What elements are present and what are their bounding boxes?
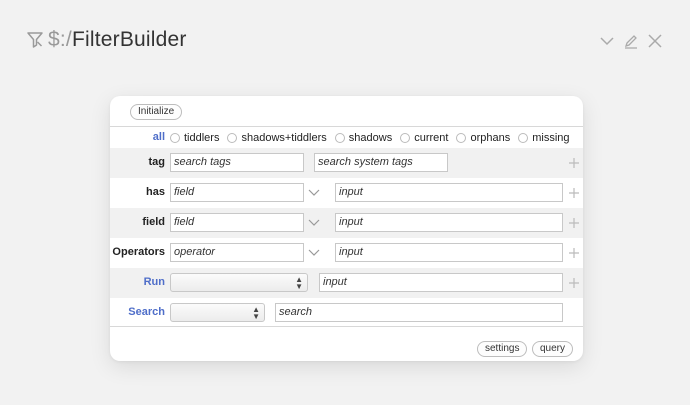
- title-controls: [598, 32, 664, 50]
- has-value-input[interactable]: input: [335, 183, 563, 202]
- radio-label: orphans: [470, 132, 511, 144]
- title-prefix: $:/: [48, 28, 72, 51]
- radio-circle[interactable]: [518, 133, 529, 143]
- all-label[interactable]: all: [153, 131, 165, 143]
- search-row: Search ▲ ▼ search: [110, 298, 583, 328]
- field-value-input[interactable]: input: [335, 213, 563, 232]
- run-input[interactable]: input: [319, 273, 563, 292]
- divider-bottom: [110, 326, 583, 327]
- has-row: has field input: [110, 178, 583, 208]
- radio-circle[interactable]: [227, 133, 238, 143]
- source-radio-group: tiddlers shadows+tiddlers shadows curren…: [170, 128, 570, 148]
- radio-circle[interactable]: [456, 133, 467, 143]
- search-select[interactable]: ▲ ▼: [170, 303, 265, 322]
- radio-circle[interactable]: [334, 133, 345, 143]
- pencil-icon[interactable]: [622, 32, 640, 50]
- filter-builder-panel: Initialize all tiddlers shadows+tiddlers…: [110, 96, 583, 361]
- run-row: Run ▲ ▼ input: [110, 268, 583, 298]
- radio-label: current: [414, 132, 449, 144]
- add-icon[interactable]: [568, 217, 580, 229]
- updown-arrows-icon: ▲ ▼: [295, 275, 303, 291]
- search-system-tags-input[interactable]: search system tags: [314, 153, 448, 172]
- divider-top: [110, 126, 583, 127]
- query-button[interactable]: query: [532, 341, 574, 357]
- radio-circle[interactable]: [400, 133, 411, 143]
- page-title: $:/FilterBuilder: [48, 28, 187, 52]
- chevron-down-icon[interactable]: [307, 216, 321, 230]
- title-bar: $:/FilterBuilder: [26, 24, 187, 56]
- tag-row: tag search tags search system tags: [110, 148, 583, 178]
- radio-shadows[interactable]: shadows: [334, 132, 393, 144]
- initialize-button[interactable]: Initialize: [130, 104, 183, 120]
- all-row: all tiddlers shadows+tiddlers shadows cu…: [110, 128, 583, 148]
- radio-tiddlers[interactable]: tiddlers: [170, 132, 219, 144]
- chevron-down-icon[interactable]: [307, 246, 321, 260]
- field-name-input[interactable]: field: [170, 213, 304, 232]
- radio-current[interactable]: current: [400, 132, 448, 144]
- radio-label: shadows+tiddlers: [241, 132, 327, 144]
- settings-button[interactable]: settings: [477, 341, 528, 357]
- operator-input[interactable]: operator: [170, 243, 304, 262]
- updown-arrows-icon: ▲ ▼: [252, 305, 260, 321]
- add-icon[interactable]: [568, 157, 580, 169]
- radio-missing[interactable]: missing: [518, 132, 570, 144]
- add-icon[interactable]: [568, 187, 580, 199]
- radio-orphans[interactable]: orphans: [456, 132, 510, 144]
- field-row: field field input: [110, 208, 583, 238]
- has-label: has: [146, 186, 165, 198]
- chevron-down-icon[interactable]: [307, 186, 321, 200]
- has-field-input[interactable]: field: [170, 183, 304, 202]
- operators-label: Operators: [112, 246, 165, 258]
- title-name: FilterBuilder: [71, 28, 187, 51]
- radio-shadows-tiddlers[interactable]: shadows+tiddlers: [227, 132, 327, 144]
- add-icon[interactable]: [568, 277, 580, 289]
- run-select[interactable]: ▲ ▼: [170, 273, 308, 292]
- operator-value-input[interactable]: input: [335, 243, 563, 262]
- close-icon[interactable]: [646, 32, 664, 50]
- chevron-down-icon[interactable]: [598, 32, 616, 50]
- radio-label: missing: [532, 132, 570, 144]
- search-label[interactable]: Search: [128, 306, 165, 318]
- field-label: field: [142, 216, 165, 228]
- radio-circle[interactable]: [170, 133, 180, 143]
- add-icon[interactable]: [568, 247, 580, 259]
- run-label[interactable]: Run: [144, 276, 165, 288]
- radio-label: shadows: [348, 132, 393, 144]
- search-input[interactable]: search: [275, 303, 563, 322]
- search-tags-input[interactable]: search tags: [170, 153, 304, 172]
- filter-icon: [26, 31, 44, 49]
- operators-row: Operators operator input: [110, 238, 583, 268]
- radio-label: tiddlers: [184, 132, 220, 144]
- tag-label: tag: [148, 156, 166, 168]
